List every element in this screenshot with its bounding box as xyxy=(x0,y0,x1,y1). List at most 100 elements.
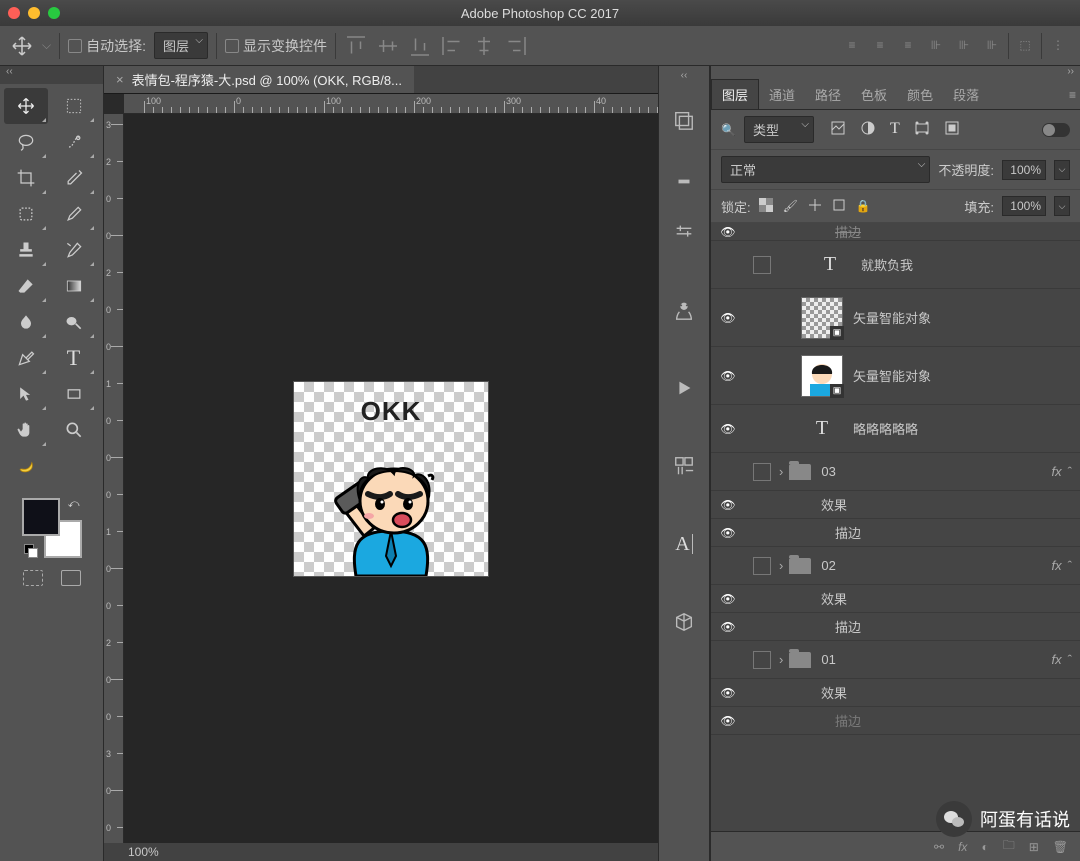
swap-colors-icon[interactable]: ⤺ xyxy=(68,498,80,511)
paragraph-panel-icon[interactable]: A xyxy=(664,520,704,568)
lock-transparent-icon[interactable] xyxy=(759,198,773,215)
overflow-icon[interactable]: ⋮ xyxy=(1046,33,1070,57)
marquee-tool[interactable] xyxy=(52,88,96,124)
new-layer-icon[interactable]: ⊞ xyxy=(1029,840,1039,854)
history-brush-tool[interactable] xyxy=(52,232,96,268)
character-panel-icon[interactable] xyxy=(664,286,704,334)
distribute-1-icon[interactable]: ≡ xyxy=(840,33,864,57)
fill-value[interactable]: 100% xyxy=(1002,196,1046,216)
layer-text-2[interactable]: T 略略略略略 xyxy=(711,405,1080,453)
tab-paths[interactable]: 路径 xyxy=(805,80,851,109)
hand-tool[interactable] xyxy=(4,412,48,448)
type-tool[interactable]: T xyxy=(52,340,96,376)
eraser-tool[interactable] xyxy=(4,268,48,304)
color-swatch[interactable]: ⤺ xyxy=(22,498,82,558)
layer-group-01[interactable]: › 01 fxˆ xyxy=(711,641,1080,679)
layer-smart-object-1[interactable]: ▣ 矢量智能对象 xyxy=(711,289,1080,347)
align-vcenter-icon[interactable] xyxy=(376,34,400,58)
layer-group-01-effects[interactable]: 效果 xyxy=(711,679,1080,707)
filter-pixel-icon[interactable] xyxy=(830,120,846,139)
quickmask-mode-icon[interactable] xyxy=(61,570,81,586)
filter-type-dropdown[interactable]: 类型 xyxy=(744,116,814,143)
filter-adjust-icon[interactable] xyxy=(860,120,876,139)
zoom-tool[interactable] xyxy=(52,412,96,448)
banana-tool[interactable] xyxy=(4,448,48,484)
3d-panel-icon[interactable] xyxy=(664,598,704,646)
layer-effect-stroke-top[interactable]: 描边 xyxy=(711,223,1080,241)
close-tab-icon[interactable]: × xyxy=(116,72,124,87)
align-right-icon[interactable] xyxy=(504,34,528,58)
filter-smart-icon[interactable] xyxy=(944,120,960,139)
layer-group-02-effects[interactable]: 效果 xyxy=(711,585,1080,613)
opacity-value[interactable]: 100% xyxy=(1002,160,1046,180)
dock-collapse[interactable]: ‹‹ xyxy=(659,70,709,88)
layer-group-02-stroke[interactable]: 描边 xyxy=(711,613,1080,641)
distribute-2-icon[interactable]: ≡ xyxy=(868,33,892,57)
maximize-button[interactable] xyxy=(48,7,60,19)
lock-position-icon[interactable] xyxy=(808,198,822,215)
move-tool-indicator[interactable] xyxy=(10,34,34,58)
auto-select-dropdown[interactable]: 图层 xyxy=(154,32,208,59)
layer-mask-icon[interactable]: ◐ xyxy=(981,840,988,854)
panel-menu-icon[interactable]: ≡ xyxy=(1069,88,1076,102)
auto-select-checkbox[interactable] xyxy=(68,39,82,53)
lock-all-icon[interactable]: 🔒 xyxy=(856,199,871,213)
layer-group-03-stroke[interactable]: 描边 xyxy=(711,519,1080,547)
align-left-icon[interactable] xyxy=(440,34,464,58)
adjustments-icon[interactable] xyxy=(664,208,704,256)
shape-tool[interactable] xyxy=(52,376,96,412)
align-hcenter-icon[interactable] xyxy=(472,34,496,58)
patch-tool[interactable] xyxy=(4,196,48,232)
opacity-dropdown[interactable]: ⌵ xyxy=(1054,160,1070,180)
distribute-4-icon[interactable]: ⊪ xyxy=(924,33,948,57)
brush-tool[interactable] xyxy=(52,196,96,232)
fill-dropdown[interactable]: ⌵ xyxy=(1054,196,1070,216)
foreground-color[interactable] xyxy=(22,498,60,536)
3d-mode-icon[interactable]: ⬚ xyxy=(1013,33,1037,57)
layer-group-01-stroke[interactable]: 描边 xyxy=(711,707,1080,735)
new-group-icon[interactable]: 🗀 xyxy=(1003,836,1015,857)
align-bottom-icon[interactable] xyxy=(408,34,432,58)
layer-group-03[interactable]: › 03 fxˆ xyxy=(711,453,1080,491)
filter-toggle[interactable] xyxy=(1042,123,1070,137)
play-icon[interactable] xyxy=(664,364,704,412)
smudge-tool[interactable] xyxy=(4,304,48,340)
tab-layers[interactable]: 图层 xyxy=(711,79,759,109)
tab-paragraph[interactable]: 段落 xyxy=(943,80,989,109)
layer-text-1[interactable]: T 就欺负我 xyxy=(711,241,1080,289)
lock-brush-icon[interactable]: 🖌 xyxy=(783,199,798,213)
layer-fx-icon[interactable]: fx xyxy=(958,840,967,854)
path-select-tool[interactable] xyxy=(4,376,48,412)
distribute-3-icon[interactable]: ≡ xyxy=(896,33,920,57)
tab-color[interactable]: 颜色 xyxy=(897,80,943,109)
eyedropper-tool[interactable] xyxy=(52,160,96,196)
brushes-icon[interactable] xyxy=(664,152,704,200)
delete-layer-icon[interactable]: 🗑 xyxy=(1053,840,1068,854)
reset-colors-icon[interactable] xyxy=(24,544,38,558)
filter-shape-icon[interactable] xyxy=(914,120,930,139)
distribute-5-icon[interactable]: ⊪ xyxy=(952,33,976,57)
layer-group-03-effects[interactable]: 效果 xyxy=(711,491,1080,519)
ruler-vertical[interactable]: 320020010001002003004 xyxy=(104,114,124,843)
libraries-icon[interactable] xyxy=(664,96,704,144)
blend-mode-dropdown[interactable]: 正常 xyxy=(721,156,930,183)
lock-artboard-icon[interactable] xyxy=(832,198,846,215)
quick-select-tool[interactable] xyxy=(52,124,96,160)
layer-group-02[interactable]: › 02 fxˆ xyxy=(711,547,1080,585)
tab-channels[interactable]: 通道 xyxy=(759,80,805,109)
show-transform-checkbox[interactable] xyxy=(225,39,239,53)
layer-smart-object-2[interactable]: ▣ 矢量智能对象 xyxy=(711,347,1080,405)
filter-type-icon[interactable]: T xyxy=(890,120,900,139)
link-layers-icon[interactable]: ⚯ xyxy=(934,840,944,854)
glyphs-icon[interactable] xyxy=(664,442,704,490)
tools-collapse[interactable]: ‹‹ xyxy=(0,66,103,84)
pen-tool[interactable] xyxy=(4,340,48,376)
align-top-icon[interactable] xyxy=(344,34,368,58)
lasso-tool[interactable] xyxy=(4,124,48,160)
gradient-tool[interactable] xyxy=(52,268,96,304)
canvas-viewport[interactable]: OKK xyxy=(124,114,658,843)
ruler-horizontal[interactable]: 100010020030040 xyxy=(124,94,658,114)
stamp-tool[interactable] xyxy=(4,232,48,268)
close-button[interactable] xyxy=(8,7,20,19)
move-tool[interactable] xyxy=(4,88,48,124)
